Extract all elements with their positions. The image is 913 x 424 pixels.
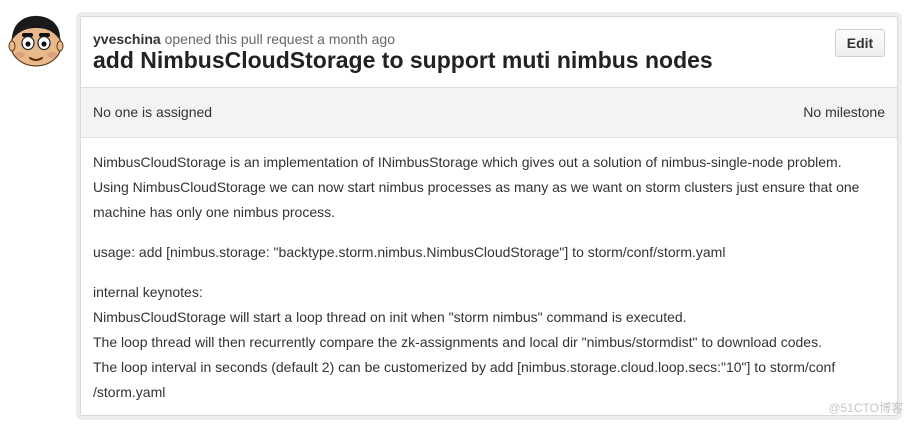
description-line: NimbusCloudStorage is an implementation … — [93, 154, 842, 170]
description-keynotes: internal keynotes: NimbusCloudStorage wi… — [93, 280, 885, 405]
cartoon-face-icon — [8, 15, 64, 67]
pull-request-page: yveschina opened this pull request a mon… — [0, 0, 913, 424]
keynote-line: NimbusCloudStorage will start a loop thr… — [93, 309, 687, 325]
description-line: machine has only one nimbus process. — [93, 204, 336, 220]
watermark-text: @51CTO博客 — [828, 401, 903, 415]
pull-request-title: add NimbusCloudStorage to support muti n… — [93, 47, 713, 73]
pull-request-card: yveschina opened this pull request a mon… — [80, 16, 898, 416]
description-line: Using NimbusCloudStorage we can now star… — [93, 179, 860, 195]
author-username[interactable]: yveschina — [93, 31, 161, 47]
pull-request-description: NimbusCloudStorage is an implementation … — [81, 138, 897, 405]
avatar[interactable] — [8, 12, 64, 68]
author-action-text: opened this pull request a month ago — [164, 31, 395, 47]
description-usage: usage: add [nimbus.storage: "backtype.st… — [93, 240, 885, 265]
discussion-sidebar-row: No one is assigned No milestone — [81, 88, 897, 138]
usage-line: usage: add [nimbus.storage: "backtype.st… — [93, 244, 726, 260]
keynote-line: /storm.yaml — [93, 384, 166, 400]
pull-request-header: yveschina opened this pull request a mon… — [81, 17, 897, 88]
edit-button[interactable]: Edit — [835, 29, 885, 57]
keynotes-heading: internal keynotes: — [93, 284, 203, 300]
pull-request-meta: yveschina opened this pull request a mon… — [93, 31, 395, 47]
keynote-line: The loop thread will then recurrently co… — [93, 334, 822, 350]
keynote-line: The loop interval in seconds (default 2)… — [93, 359, 836, 375]
description-intro: NimbusCloudStorage is an implementation … — [93, 150, 885, 225]
assignee-status[interactable]: No one is assigned — [93, 104, 212, 120]
milestone-status[interactable]: No milestone — [803, 104, 885, 120]
